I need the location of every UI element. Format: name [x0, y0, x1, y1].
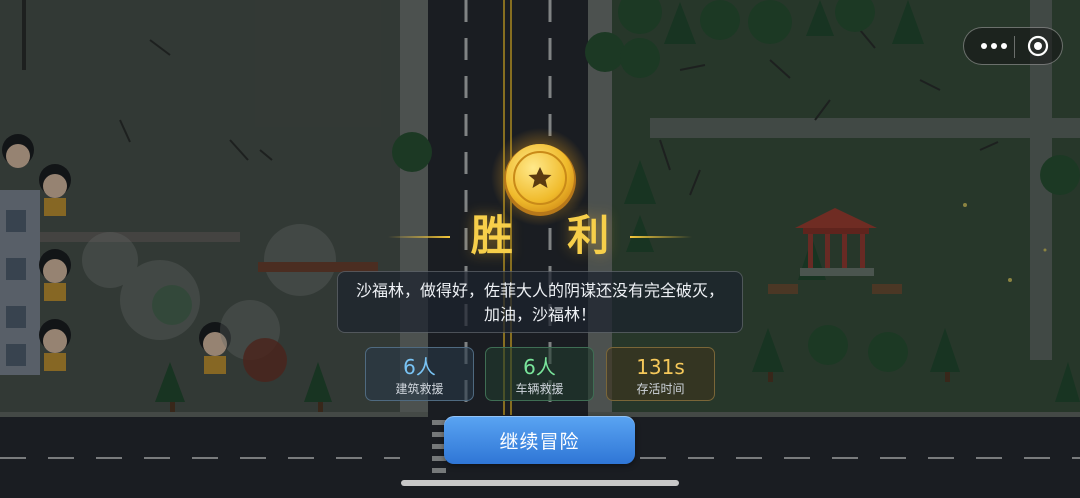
- stat-vehicle-rescue: 6人 车辆救援: [485, 347, 594, 401]
- victory-message: 沙福林，做得好，佐菲大人的阴谋还没有完全破灭， 加油，沙福林！: [337, 271, 743, 333]
- stat-label: 建筑救援: [395, 382, 444, 396]
- stat-label: 存活时间: [636, 382, 685, 396]
- victory-title: 胜 利: [470, 211, 630, 260]
- stat-value: 6人: [403, 355, 436, 379]
- victory-message-line-1: 沙福林，做得好，佐菲大人的阴谋还没有完全破灭，: [355, 281, 724, 300]
- more-icon[interactable]: [974, 35, 1014, 57]
- mini-program-capsule: [963, 27, 1063, 65]
- capsule-divider: [1014, 36, 1015, 58]
- title-divider-right: [630, 236, 692, 238]
- close-circle-icon[interactable]: [1027, 35, 1049, 57]
- stat-survival-time: 131s 存活时间: [606, 347, 715, 401]
- victory-message-line-2: 加油，沙福林！: [483, 305, 596, 324]
- stat-building-rescue: 6人 建筑救援: [365, 347, 474, 401]
- home-indicator[interactable]: [401, 480, 679, 486]
- game-screen: 胜 利 沙福林，做得好，佐菲大人的阴谋还没有完全破灭， 加油，沙福林！ 6人 建…: [0, 0, 1080, 498]
- stat-value: 6人: [523, 355, 556, 379]
- continue-adventure-button[interactable]: 继续冒险: [444, 416, 635, 464]
- stat-value: 131s: [636, 355, 685, 379]
- stat-label: 车辆救援: [515, 382, 564, 396]
